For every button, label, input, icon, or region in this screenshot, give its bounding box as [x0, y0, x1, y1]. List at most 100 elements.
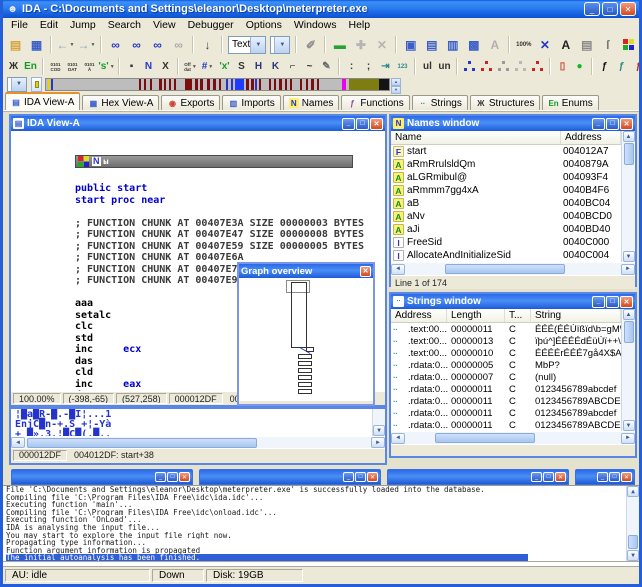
minimized-window-2[interactable]: _□✕ [199, 469, 381, 485]
column-address[interactable]: Address [561, 131, 621, 144]
tab-names[interactable]: NNames [283, 95, 340, 110]
font-button[interactable]: A [484, 34, 505, 55]
names-row[interactable]: IFreeSid0040C000 [391, 236, 621, 249]
cascade-windows-button[interactable]: ▣ [400, 34, 421, 55]
search-memory-button[interactable]: ∞ [105, 34, 126, 55]
make-data-button[interactable]: 0101DAT [64, 59, 81, 75]
search-again-button[interactable]: ∞ [168, 34, 189, 55]
scroll-right-icon[interactable]: ► [371, 437, 385, 448]
undefine-button[interactable]: X [157, 59, 174, 75]
calculator-button[interactable]: ▩ [463, 34, 484, 55]
jump-to-address-button[interactable]: ↓ [197, 34, 218, 55]
hex-hscroll-thumb[interactable] [27, 438, 257, 448]
search-text-button[interactable]: ∞ [147, 34, 168, 55]
names-minimize-button[interactable]: _ [592, 118, 605, 130]
disasm-line[interactable]: ; FUNCTION CHUNK AT 00407E3A SIZE 000000… [75, 218, 364, 230]
regular-comment-button[interactable]: : [343, 59, 360, 75]
strings-vscroll-thumb[interactable] [624, 321, 634, 343]
output-vscroll-thumb[interactable] [628, 535, 638, 549]
scroll-down-icon[interactable]: ▼ [627, 550, 639, 561]
print-button[interactable]: ▤ [576, 34, 597, 55]
segment-button[interactable]: S [233, 59, 250, 75]
strings-row[interactable]: ∙∙.rdata:0...00000011C0123456789abcdef [391, 407, 621, 419]
chevron-down-icon[interactable]: ▼ [91, 42, 96, 48]
navigation-band[interactable] [45, 78, 390, 91]
maximize-button[interactable]: □ [609, 472, 620, 482]
menu-edit[interactable]: Edit [34, 19, 64, 31]
close-button[interactable]: ✕ [620, 2, 636, 16]
structures-button[interactable]: Ж [5, 59, 22, 75]
output-line[interactable]: Function argument information is propaga… [6, 547, 639, 555]
erase-button[interactable]: ✐ [300, 34, 321, 55]
hex-vscrollbar[interactable]: ▼ [372, 409, 385, 436]
rename-button[interactable]: N [140, 59, 157, 75]
strings-close-button[interactable]: ✕ [620, 296, 633, 308]
names-vscroll-thumb[interactable] [624, 143, 634, 165]
delete-item-button[interactable]: ✕ [371, 34, 392, 55]
scroll-left-icon[interactable]: ◄ [11, 437, 25, 448]
hide-item-button[interactable]: ▬ [329, 34, 350, 55]
scroll-right-icon[interactable]: ► [621, 264, 635, 275]
strings-row[interactable]: ∙∙.rdata:0...00000005CMbP? [391, 359, 621, 371]
save-database-button[interactable]: ▦ [26, 34, 47, 55]
menu-windows[interactable]: Windows [288, 19, 343, 31]
close-button[interactable]: ✕ [367, 472, 378, 482]
hex-dump-text[interactable]: ▼ ¦█a█R-█.-█I¦...1EnjC█n-+.S +¦-Yà+ █».3… [11, 409, 385, 436]
output-line[interactable]: The initial autoanalysis has been finish… [6, 554, 528, 561]
number-button[interactable]: #▼ [199, 59, 216, 75]
ida-view-maximize-button[interactable]: □ [356, 118, 369, 130]
names-row[interactable]: AaJi0040BD40 [391, 223, 621, 236]
output-line[interactable]: File 'C:\Documents and Settings\eleanor\… [6, 486, 639, 494]
scroll-down-icon[interactable]: ▼ [373, 425, 385, 436]
hex-hscrollbar[interactable]: ◄ ► [11, 436, 385, 448]
colors-palette-button[interactable] [618, 34, 639, 55]
scroll-down-icon[interactable]: ▼ [623, 420, 635, 431]
strings-row[interactable]: ∙∙.rdata:0...00000011C0123456789ABCDEF [391, 395, 621, 407]
open-file-button[interactable]: ▤ [5, 34, 26, 55]
strings-row[interactable]: ∙∙.text:00...00000010CÉÉÉÉrÉÉÉ7gå4X$A [391, 347, 621, 359]
names-vscrollbar[interactable]: ▲ ▼ [621, 131, 635, 262]
tab-exports[interactable]: ◉Exports [161, 95, 220, 110]
chevron-down-icon[interactable]: ▼ [110, 64, 115, 70]
hex-dump-button[interactable]: H [250, 59, 267, 75]
restore-button[interactable]: _ [155, 472, 166, 482]
names-row[interactable]: AaB0040BC04 [391, 197, 621, 210]
window-titlebar[interactable]: ☻ IDA - C:\Documents and Settings\eleano… [3, 0, 639, 18]
flow-chart-button[interactable] [461, 59, 478, 75]
disasm-line[interactable]: ; FUNCTION CHUNK AT 00407E47 SIZE 000000… [75, 229, 364, 241]
menu-jump[interactable]: Jump [64, 19, 102, 31]
script-file-button[interactable]: ▯ [554, 59, 571, 75]
maximize-button[interactable]: □ [167, 472, 178, 482]
menu-debugger[interactable]: Debugger [182, 19, 240, 31]
strings-row[interactable]: ∙∙.text:00...00000011CÉÉÉ(ÉÉÙïßïd\b=gM\" [391, 323, 621, 335]
align-button[interactable]: ⌐ [284, 59, 301, 75]
zoom-100-button[interactable]: 100% [513, 34, 534, 55]
search-text-combo[interactable]: ▼ [270, 36, 290, 54]
output-line[interactable]: Compiling file 'C:\Program Files\IDA Fre… [6, 509, 639, 517]
column-type[interactable]: T... [505, 309, 531, 322]
search-type-combo[interactable]: Text▼ [228, 36, 266, 54]
scroll-left-icon[interactable]: ◄ [391, 433, 405, 444]
strings-titlebar[interactable]: ∙∙ Strings window _ □ ✕ [391, 294, 635, 309]
disasm-line[interactable]: public start [75, 183, 364, 195]
strings-column-headers[interactable]: Address Length T... String [391, 309, 621, 323]
chevron-down-icon[interactable]: ▼ [70, 42, 75, 48]
chevron-down-icon[interactable]: ▼ [274, 37, 289, 53]
strings-vscrollbar[interactable]: ▲ ▼ [621, 309, 635, 431]
node-ul-icon[interactable]: ы [104, 157, 109, 166]
tile-windows-button[interactable]: ▤ [421, 34, 442, 55]
restore-button[interactable]: _ [531, 472, 542, 482]
tab-strings[interactable]: ∙∙Strings [412, 95, 468, 110]
forward-button[interactable]: →▼ [76, 34, 97, 55]
xrefs-to-button[interactable] [495, 59, 512, 75]
create-function-button[interactable]: ƒ [596, 59, 613, 75]
tab-imports[interactable]: ▥Imports [222, 95, 280, 110]
menu-search[interactable]: Search [102, 19, 147, 31]
strings-row[interactable]: ∙∙.rdata:0...00000011C0123456789abcdef [391, 383, 621, 395]
minimized-window-4[interactable]: _□✕ [575, 469, 635, 485]
fit-graph-button[interactable]: ✕ [534, 34, 555, 55]
strings-hscroll-thumb[interactable] [435, 433, 535, 443]
patch-byte-button[interactable]: ▪ [123, 59, 140, 75]
call-graph-button[interactable] [478, 59, 495, 75]
disasm-line[interactable] [75, 206, 364, 218]
